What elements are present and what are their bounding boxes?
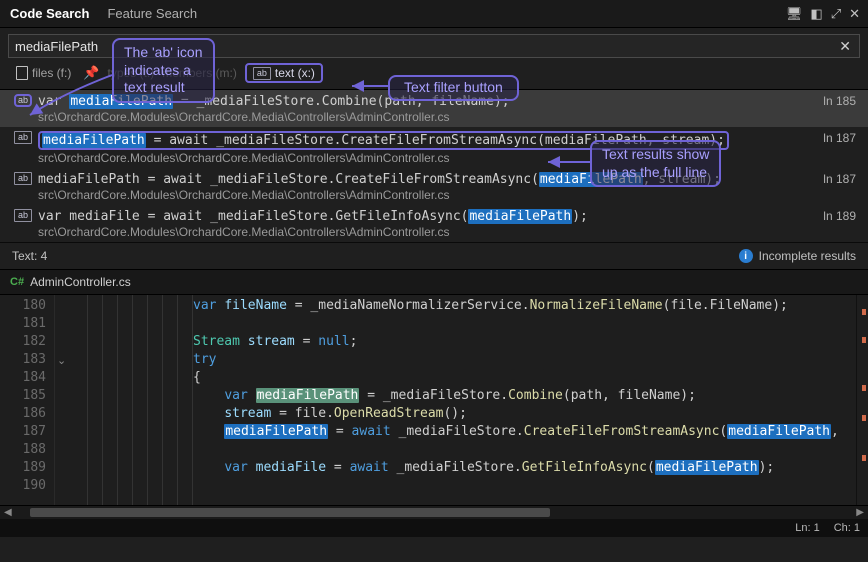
- fold-chevron-icon[interactable]: ⌄: [57, 354, 66, 367]
- scroll-thumb[interactable]: [30, 508, 550, 517]
- filter-members-label[interactable]: members (m:): [162, 66, 237, 80]
- csharp-icon: C#: [10, 276, 24, 288]
- caret-col: Ch: 1: [834, 522, 860, 534]
- text-result-icon: ab: [14, 209, 32, 222]
- scroll-left-icon[interactable]: ◀: [0, 507, 16, 518]
- result-line: ln 187: [817, 172, 856, 186]
- result-code: var mediaFilePath = _mediaFileStore.Comb…: [38, 94, 510, 109]
- dock-open-icon[interactable]: ⤢: [831, 6, 841, 22]
- search-mode-tabs: Code Search Feature Search: [8, 4, 199, 23]
- text-result-icon: ab: [14, 172, 32, 185]
- search-result[interactable]: ab mediaFilePath = await _mediaFileStore…: [0, 168, 868, 205]
- line-gutter: 180181182 183184185 186187188 189190: [0, 295, 55, 505]
- search-results: ab var mediaFilePath = _mediaFileStore.C…: [0, 89, 868, 242]
- result-code: mediaFilePath = await _mediaFileStore.Cr…: [38, 131, 729, 150]
- status-bar: Ln: 1 Ch: 1: [0, 519, 868, 537]
- dock-layout-icon[interactable]: ◧: [810, 6, 822, 22]
- window-controls: 🖥 ◧ ⤢ ✕: [786, 6, 860, 22]
- filter-row: files (f:) 📌 types (t:) members (m:) ab …: [0, 63, 868, 89]
- code-body[interactable]: var fileName = _mediaNameNormalizerServi…: [193, 295, 856, 505]
- filter-text-button[interactable]: ab text (x:): [245, 63, 323, 83]
- close-icon[interactable]: ✕: [849, 6, 860, 22]
- fold-column: ⌄: [55, 295, 73, 505]
- preview-file-name: AdminController.cs: [30, 275, 131, 289]
- result-line: ln 187: [817, 131, 856, 145]
- scroll-right-icon[interactable]: ▶: [852, 507, 868, 518]
- result-path: src\OrchardCore.Modules\OrchardCore.Medi…: [38, 225, 588, 239]
- pin-icon[interactable]: 📌: [83, 65, 99, 81]
- indent-guides: [73, 295, 193, 505]
- tab-feature-search[interactable]: Feature Search: [105, 4, 199, 23]
- search-result[interactable]: ab mediaFilePath = await _mediaFileStore…: [0, 127, 868, 168]
- tab-code-search[interactable]: Code Search: [8, 4, 91, 23]
- overview-ruler[interactable]: [856, 295, 868, 505]
- result-code: mediaFilePath = await _mediaFileStore.Cr…: [38, 172, 721, 187]
- horizontal-scrollbar[interactable]: ◀ ▶: [0, 505, 868, 519]
- search-result[interactable]: ab var mediaFilePath = _mediaFileStore.C…: [0, 90, 868, 127]
- info-icon: i: [739, 249, 753, 263]
- file-icon: [16, 66, 28, 80]
- preview-file-tab[interactable]: C# AdminController.cs: [0, 269, 868, 295]
- clear-search-icon[interactable]: ✕: [831, 38, 859, 55]
- incomplete-results-text: Incomplete results: [759, 249, 856, 263]
- caret-line: Ln: 1: [795, 522, 819, 534]
- result-path: src\OrchardCore.Modules\OrchardCore.Medi…: [38, 188, 721, 202]
- result-code: var mediaFile = await _mediaFileStore.Ge…: [38, 209, 588, 224]
- filter-types-label[interactable]: types (t:): [108, 66, 155, 80]
- code-preview: 180181182 183184185 186187188 189190 ⌄ v…: [0, 295, 868, 505]
- search-result[interactable]: ab var mediaFile = await _mediaFileStore…: [0, 205, 868, 242]
- result-line: ln 185: [817, 94, 856, 108]
- filter-text-label: text (x:): [275, 66, 315, 80]
- search-box[interactable]: ✕: [8, 34, 860, 58]
- result-path: src\OrchardCore.Modules\OrchardCore.Medi…: [38, 151, 729, 165]
- ab-icon: ab: [253, 67, 271, 80]
- dock-monitor-icon[interactable]: 🖥: [786, 6, 803, 22]
- search-input[interactable]: [9, 39, 831, 54]
- title-bar: Code Search Feature Search 🖥 ◧ ⤢ ✕: [0, 0, 868, 28]
- result-line: ln 189: [817, 209, 856, 223]
- text-result-icon: ab: [14, 94, 32, 107]
- filter-files-label: files (f:): [32, 66, 71, 80]
- result-path: src\OrchardCore.Modules\OrchardCore.Medi…: [38, 110, 510, 124]
- filter-files[interactable]: files (f:): [12, 65, 75, 81]
- results-status: Text: 4 i Incomplete results: [0, 242, 868, 269]
- result-count: Text: 4: [12, 249, 47, 263]
- text-result-icon: ab: [14, 131, 32, 144]
